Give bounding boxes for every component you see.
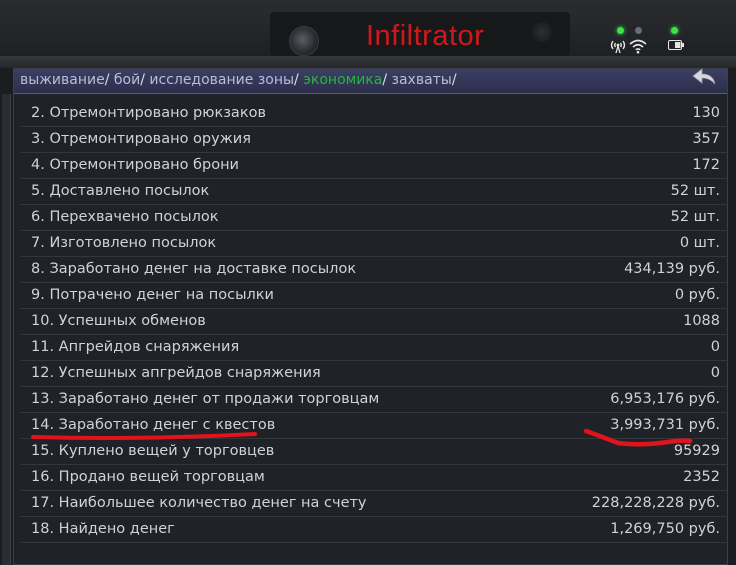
sensor-icon [532,22,552,42]
stat-label: 13. Заработано денег от продажи торговца… [31,391,380,407]
back-arrow-icon[interactable] [691,66,717,88]
signal-icon [610,40,626,54]
stat-label: 11. Апгрейдов снаряжения [31,339,240,355]
stat-label: 12. Успешных апгрейдов снаряжения [31,365,321,381]
stat-value: 0 руб. [674,287,720,303]
camera-icon [289,26,319,56]
stat-value: 228,228,228 руб. [591,495,720,511]
stat-value: 6,953,176 руб. [610,391,720,407]
tab-captures[interactable]: захваты [392,72,452,88]
stat-row: 14. Заработано денег с квестов 3,993,731 … [21,414,728,439]
stat-label: 9. Потрачено денег на посылки [31,287,274,303]
stat-label: 16. Продано вещей торговцам [31,469,265,485]
stat-value: 95929 [673,443,720,459]
tab-combat[interactable]: бой [114,72,140,88]
stat-row: 16. Продано вещей торговцам 2352 [21,466,728,491]
stat-row: 4. Отремонтировано брони 172 [21,154,728,179]
tab-separator: / [140,72,145,88]
tab-exploration[interactable]: исследование зоны [149,72,294,88]
status-led-icon [617,27,624,34]
stat-value: 0 шт. [679,235,720,251]
stat-row: 2. Отремонтировано рюкзаков 130 [21,102,728,127]
stat-label: 14. Заработано денег с квестов [31,417,276,433]
wifi-icon [629,39,647,54]
device-frame-bar [0,56,736,68]
tab-economy[interactable]: экономика [303,72,382,88]
stat-value: 357 [692,131,720,147]
stat-row: 7. Изготовлено посылок 0 шт. [21,232,728,257]
stat-value: 130 [692,105,720,121]
stat-value: 1088 [683,313,720,329]
category-tabs: выживание/ бой/ исследование зоны/ эконо… [20,72,457,88]
stat-label: 7. Изготовлено посылок [31,235,217,251]
tab-separator: / [451,72,457,88]
stats-list: 2. Отремонтировано рюкзаков 130 3. Отремон… [21,102,728,560]
stat-value: 1,269,750 руб. [610,521,720,537]
device-brand: Infiltrator [366,20,485,52]
stat-row: 3. Отремонтировано оружия 357 [21,128,728,153]
stat-label: 3. Отремонтировано оружия [31,131,251,147]
stat-row: 8. Заработано денег на доставке посылок 4… [21,258,728,283]
stat-value: 52 шт. [670,209,720,225]
stat-label: 15. Куплено вещей у торговцев [31,443,275,459]
status-led-icon [671,27,678,34]
stat-row: 6. Перехвачено посылок 52 шт. [21,206,728,231]
stat-row: 11. Апгрейдов снаряжения 0 [21,336,728,361]
stat-row: 18. Найдено денег 1,269,750 руб. [21,518,728,543]
stat-label: 6. Перехвачено посылок [31,209,219,225]
stat-row: 10. Успешных обменов 1088 [21,310,728,335]
tab-separator: / [382,72,388,88]
stat-value: 2352 [683,469,720,485]
stat-value: 52 шт. [670,183,720,199]
stat-value: 172 [692,157,720,173]
battery-icon [668,40,684,50]
stat-row: 13. Заработано денег от продажи торговца… [21,388,728,413]
stat-label: 8. Заработано денег на доставке посылок [31,261,357,277]
stat-row: 15. Куплено вещей у торговцев 95929 [21,440,728,465]
stat-value: 0 [710,339,720,355]
stat-value: 3,993,731 руб. [610,417,720,433]
stat-label: 18. Найдено денег [31,521,175,537]
scrollbar[interactable] [2,94,11,565]
status-led-icon [635,27,642,34]
stat-label: 5. Доставлено посылок [31,183,210,199]
stat-label: 4. Отремонтировано брони [31,157,239,173]
stat-row: 12. Успешных апгрейдов снаряжения 0 [21,362,728,387]
stat-row: 5. Доставлено посылок 52 шт. [21,180,728,205]
tab-separator: / [294,72,299,88]
tab-survival[interactable]: выживание [20,72,105,88]
stat-label: 2. Отремонтировано рюкзаков [31,105,266,121]
stat-label: 17. Наибольшее количество денег на счету [31,495,367,511]
stat-label: 10. Успешных обменов [31,313,206,329]
category-tabs-bar: выживание/ бой/ исследование зоны/ эконо… [14,69,727,94]
tab-separator: / [104,72,110,88]
stat-row: 9. Потрачено денег на посылки 0 руб. [21,284,728,309]
stat-row: 17. Наибольшее количество денег на счету… [21,492,728,517]
stat-value: 434,139 руб. [624,261,720,277]
stat-value: 0 [710,365,720,381]
